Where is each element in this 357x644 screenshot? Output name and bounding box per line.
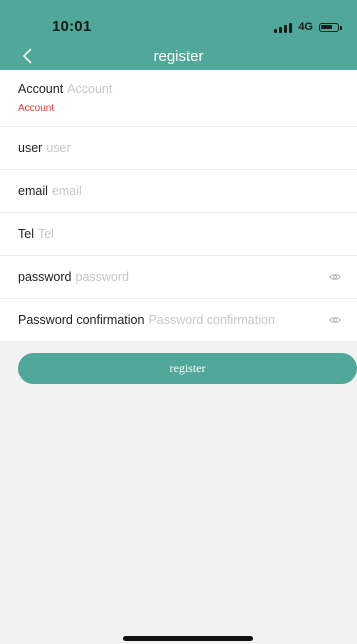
tel-input[interactable] [37,227,343,241]
user-row: user [0,127,357,170]
status-indicators: 4G [274,19,342,35]
account-row: Account Account [0,70,357,127]
eye-icon [329,317,341,323]
signal-icon [274,22,293,33]
email-input[interactable] [51,184,343,198]
register-button[interactable]: register [18,353,357,384]
battery-fill [321,24,332,29]
password-input[interactable] [75,270,321,284]
account-label: Account [18,82,64,96]
register-form: Account Account user email Tel password … [0,70,357,342]
email-label: email [18,184,48,198]
eye-icon [329,274,341,280]
password-row: password [0,256,357,299]
user-label: user [18,141,43,155]
tel-label: Tel [18,227,34,241]
password-label: password [18,270,72,284]
password-visibility-toggle[interactable] [327,269,343,285]
password-confirmation-row: Password confirmation [0,299,357,342]
page-title: register [153,48,204,65]
home-indicator [123,636,253,641]
network-type: 4G [298,21,313,33]
email-row: email [0,170,357,213]
app-header: 10:01 4G register [0,0,357,70]
user-input[interactable] [46,141,343,155]
status-time: 10:01 [52,18,92,35]
account-input[interactable] [67,82,343,96]
account-error-message: Account [18,103,55,114]
battery-icon [319,22,342,32]
password-confirmation-input[interactable] [148,313,321,327]
tel-row: Tel [0,213,357,256]
password-confirmation-label: Password confirmation [18,313,145,327]
password-confirmation-visibility-toggle[interactable] [327,312,343,328]
